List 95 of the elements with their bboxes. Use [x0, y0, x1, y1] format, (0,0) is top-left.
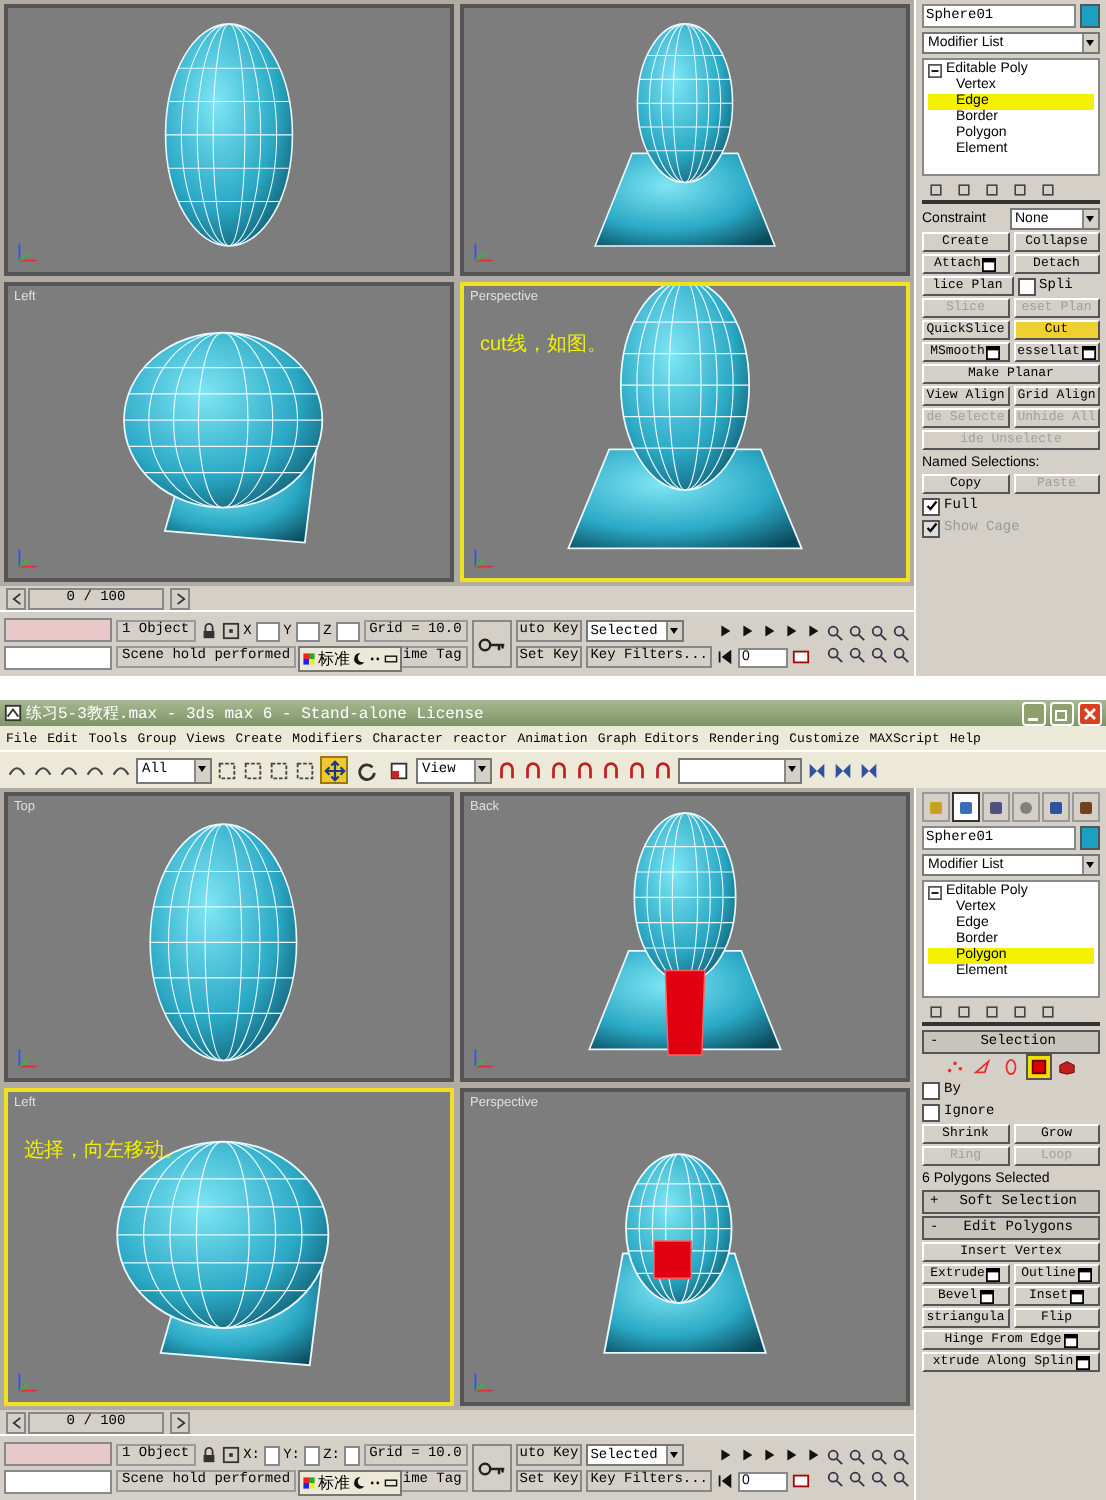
spinner-snap-icon[interactable]	[626, 759, 648, 781]
input-method-mode[interactable]: 标准	[318, 1473, 350, 1493]
named-selection-sets-field[interactable]	[678, 757, 802, 783]
time-configuration-icon[interactable]	[792, 1472, 810, 1490]
settings-icon[interactable]	[986, 345, 1001, 359]
time-configuration-icon[interactable]	[792, 648, 810, 666]
edge-mode-icon[interactable]	[972, 1056, 994, 1078]
coordinate-field[interactable]	[264, 1445, 280, 1465]
zoom-extents-all-icon[interactable]	[892, 1448, 910, 1466]
axis-tripod-icon	[16, 1370, 40, 1394]
settings-icon[interactable]	[1063, 1333, 1078, 1347]
keyboard-icon[interactable]	[384, 1476, 398, 1490]
rectangle-selection-icon[interactable]	[268, 759, 290, 781]
maxscript-listener-field[interactable]	[4, 618, 112, 642]
settings-icon[interactable]	[1075, 1355, 1090, 1369]
key-mode-icon[interactable]	[716, 1472, 734, 1490]
percent-snap-icon[interactable]	[600, 759, 622, 781]
zoom-extents-all-icon[interactable]	[892, 624, 910, 642]
object-color-swatch[interactable]	[1080, 826, 1100, 850]
moon-icon[interactable]	[352, 652, 366, 666]
app-icon	[4, 704, 22, 722]
previous-frame-button[interactable]	[6, 1411, 26, 1433]
key-icon[interactable]	[477, 1461, 506, 1475]
axis-tripod-icon	[16, 546, 40, 570]
keyboard-icon[interactable]	[384, 652, 398, 666]
input-method-logo-icon[interactable]	[302, 1476, 316, 1490]
motion-tab-icon[interactable]	[1012, 792, 1040, 822]
punctuation-icon[interactable]	[368, 1476, 382, 1490]
annotation-text: 选择，向左移动。	[24, 1137, 184, 1164]
input-method-logo-icon[interactable]	[302, 652, 316, 666]
input-method-mode[interactable]: 标准	[318, 649, 350, 669]
mirror-icon[interactable]	[806, 759, 828, 781]
viewport[interactable]	[460, 4, 910, 277]
coordinate-field[interactable]	[295, 621, 320, 641]
key-icon[interactable]	[477, 637, 506, 651]
settings-icon[interactable]	[982, 257, 997, 271]
hierarchy-tab-icon[interactable]	[982, 792, 1010, 822]
checkbox[interactable]	[922, 497, 940, 515]
checkbox[interactable]	[922, 1081, 940, 1099]
key-mode-icon[interactable]	[716, 648, 734, 666]
display-tab-icon[interactable]	[1042, 792, 1070, 822]
set-key-button[interactable]	[471, 620, 512, 668]
zoom-all-icon[interactable]	[848, 1448, 866, 1466]
set-key-button[interactable]	[471, 1444, 512, 1492]
next-frame-button[interactable]	[170, 1411, 190, 1433]
expand-toggle-icon[interactable]	[928, 885, 942, 899]
lock-icon[interactable]	[199, 1446, 218, 1464]
punctuation-icon[interactable]	[368, 652, 382, 666]
expand-toggle-icon[interactable]	[928, 63, 942, 77]
object-color-swatch[interactable]	[1080, 4, 1100, 28]
utilities-tab-icon[interactable]	[1072, 792, 1100, 822]
maxscript-listener-field[interactable]	[4, 1442, 112, 1466]
window-crossing-icon[interactable]	[294, 759, 316, 781]
coordinate-field[interactable]	[304, 1445, 320, 1465]
snap-toggle-icon[interactable]	[548, 759, 570, 781]
pin-icon[interactable]	[928, 182, 944, 198]
zoom-extents-icon[interactable]	[870, 624, 888, 642]
lock-icon[interactable]	[199, 622, 218, 640]
axis-tripod-icon	[472, 240, 496, 265]
next-frame-button[interactable]	[170, 587, 190, 609]
coordinate-field[interactable]	[335, 621, 360, 641]
settings-icon[interactable]	[979, 1289, 993, 1303]
checkbox[interactable]	[922, 1103, 940, 1121]
maxscript-input-field[interactable]	[4, 646, 112, 670]
viewport[interactable]	[4, 4, 454, 277]
zoom-icon[interactable]	[826, 624, 844, 642]
axis-tripod-icon	[16, 240, 40, 265]
play-icon[interactable]	[760, 1446, 778, 1464]
polygon-mode-icon[interactable]	[1028, 1056, 1050, 1078]
window-title: 练习5-3教程.max - 3ds max 6 - Stand-alone License	[26, 703, 486, 724]
pin-icon[interactable]	[928, 1004, 944, 1020]
moon-icon[interactable]	[352, 1476, 366, 1490]
zoom-all-icon[interactable]	[848, 624, 866, 642]
absolute-mode-icon[interactable]	[221, 1446, 240, 1464]
coordinate-field[interactable]	[343, 1445, 360, 1465]
coordinate-field[interactable]	[255, 621, 280, 641]
previous-frame-button[interactable]	[6, 587, 26, 609]
settings-icon[interactable]	[1081, 345, 1096, 359]
play-icon[interactable]	[760, 622, 778, 640]
axis-tripod-icon	[472, 546, 496, 570]
checkbox[interactable]	[1017, 277, 1035, 295]
axis-tripod-icon	[472, 1370, 496, 1394]
axis-tripod-icon	[16, 1045, 40, 1070]
modify-tab-icon[interactable]	[952, 792, 980, 822]
zoom-extents-icon[interactable]	[870, 1448, 888, 1466]
zoom-icon[interactable]	[826, 1448, 844, 1466]
annotation-text: cut线，如图。	[480, 331, 607, 359]
absolute-mode-icon[interactable]	[221, 622, 240, 640]
move-tool-icon[interactable]	[320, 756, 348, 784]
settings-icon[interactable]	[1070, 1289, 1084, 1303]
settings-icon[interactable]	[1077, 1267, 1092, 1281]
angle-snap-icon[interactable]	[574, 759, 596, 781]
axis-tripod-icon	[472, 1045, 496, 1070]
settings-icon[interactable]	[986, 1267, 1001, 1281]
maxscript-input-field[interactable]	[4, 1470, 112, 1494]
